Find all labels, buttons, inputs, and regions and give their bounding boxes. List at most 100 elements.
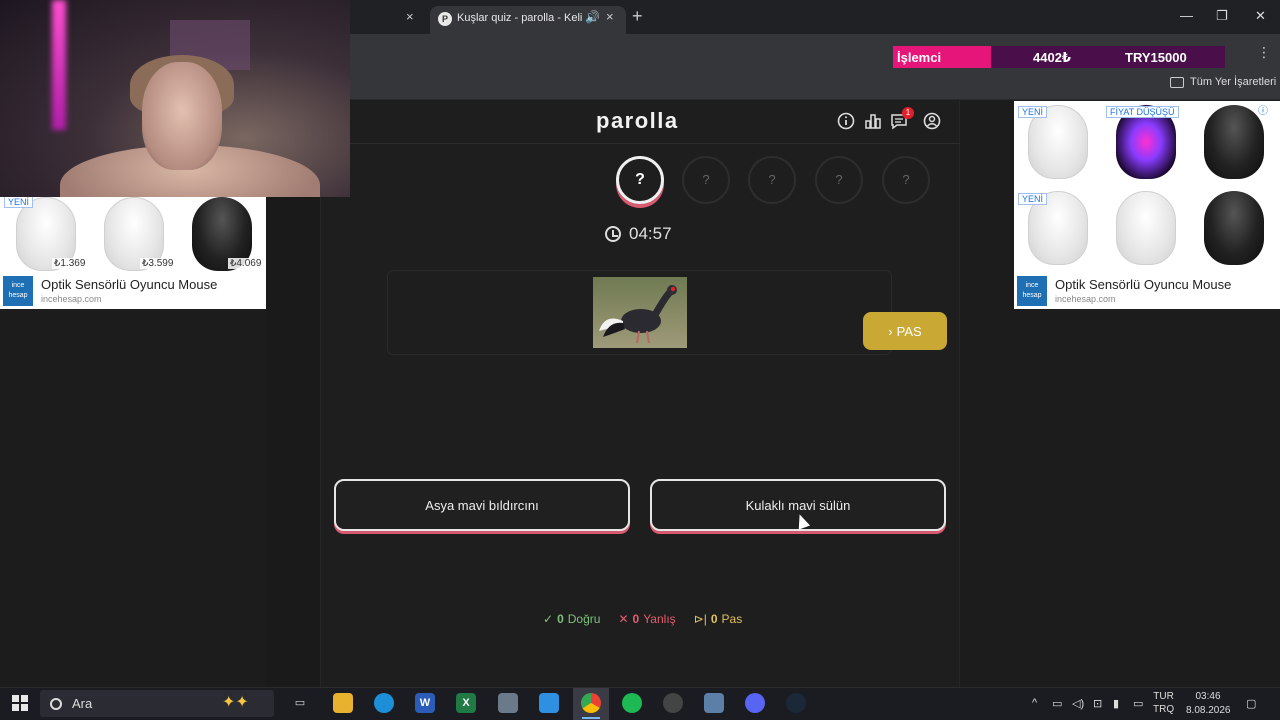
product-image	[1204, 191, 1264, 265]
new-tag: YENİ	[1018, 106, 1048, 118]
cross-icon: ✕	[618, 612, 629, 626]
search-icon	[50, 697, 62, 710]
battery-icon[interactable]: ▭	[1052, 697, 1062, 710]
pass-button[interactable]: › PAS	[863, 312, 947, 350]
speaker-icon[interactable]: 🔊	[585, 10, 600, 24]
bookmarks-folder[interactable]: Tüm Yer İşaretleri	[1170, 76, 1276, 88]
product-image	[1116, 191, 1176, 265]
close-tab-icon[interactable]: ×	[606, 9, 614, 24]
bookmarks-folder-label: Tüm Yer İşaretleri	[1190, 76, 1277, 88]
tab-previous[interactable]: ×	[350, 0, 426, 34]
product-image	[1204, 105, 1264, 179]
chrome-icon[interactable]	[581, 693, 601, 713]
account-icon[interactable]	[923, 112, 941, 130]
ad-domain: incehesap.com	[1055, 294, 1116, 304]
round-indicator-current: ?	[616, 156, 664, 204]
notification-badge: 1	[902, 107, 914, 119]
ad-right[interactable]: YENİ FİYAT DÜŞÜŞÜ YENİ ⓘ ince hesap Opti…	[1014, 101, 1280, 309]
timer-value: 04:57	[629, 224, 672, 243]
ad-title: Optik Sensörlü Oyuncu Mouse	[41, 277, 218, 292]
file-explorer-icon[interactable]	[333, 693, 353, 713]
info-icon[interactable]	[837, 112, 855, 130]
clock-icon	[605, 226, 621, 242]
task-view-icon[interactable]: ▭	[290, 693, 310, 713]
store-icon[interactable]	[539, 693, 559, 713]
excel-icon[interactable]: X	[456, 693, 476, 713]
ad-info-icon[interactable]: ⓘ	[1258, 102, 1268, 117]
steam-icon[interactable]	[786, 693, 806, 713]
minimize-button[interactable]: —	[1180, 8, 1193, 23]
spotify-icon[interactable]	[622, 693, 642, 713]
calculator-icon[interactable]	[498, 693, 518, 713]
word-icon[interactable]: W	[415, 693, 435, 713]
product-price: ₺4.069	[228, 258, 264, 269]
price-drop-tag: FİYAT DÜŞÜŞÜ	[1106, 106, 1179, 118]
streamer-face	[142, 62, 222, 170]
language-code: TUR	[1153, 691, 1174, 702]
top-ad-promo: TRY15000	[1125, 50, 1187, 65]
tab-favicon-icon: P	[438, 12, 452, 26]
top-ad-price: 4402₺	[1033, 50, 1071, 65]
edge-icon[interactable]	[374, 693, 394, 713]
top-ad-banner[interactable]: İşlemci 4402₺ TRY15000	[893, 46, 1225, 68]
new-tag: YENİ	[1018, 193, 1048, 205]
discord-icon[interactable]	[745, 693, 765, 713]
score-summary: ✓ 0 Doğru ✕ 0 Yanlış ⊳| 0 Pas	[543, 612, 742, 626]
check-icon: ✓	[543, 612, 554, 626]
folder-icon	[1170, 76, 1184, 88]
skip-icon: ⊳|	[693, 612, 707, 626]
ad-title: Optik Sensörlü Oyuncu Mouse	[1055, 277, 1232, 292]
advertiser-logo: ince hesap	[3, 276, 33, 306]
stats-icon[interactable]	[864, 112, 882, 130]
close-tab-icon[interactable]: ×	[406, 9, 414, 24]
network-icon[interactable]: ⊡	[1093, 697, 1102, 710]
pass-stat: ⊳| 0 Pas	[694, 612, 743, 626]
webcam-overlay	[0, 0, 350, 197]
product-price: ₺1.369	[52, 258, 88, 269]
browser-menu-icon[interactable]: ⋮	[1257, 44, 1271, 61]
header-divider	[350, 143, 960, 144]
correct-count: 0	[557, 612, 564, 626]
taskbar-search-placeholder: Ara	[72, 696, 93, 711]
notifications-icon[interactable]: ▢	[1246, 697, 1256, 710]
obs-icon[interactable]	[663, 693, 683, 713]
tab-active[interactable]: P Kuşlar quiz - parolla - Kelim 🔊 ×	[430, 6, 626, 34]
display-icon[interactable]: ▭	[1133, 697, 1143, 710]
app-icon[interactable]	[704, 693, 724, 713]
correct-stat: ✓ 0 Doğru	[543, 612, 600, 626]
windows-start-icon[interactable]	[12, 695, 28, 711]
chevron-right-icon: ›	[888, 323, 893, 339]
ad-left[interactable]: YENİ ₺1.369 ₺3.599 ₺4.069 ince hesap Opt…	[0, 196, 266, 309]
wrong-count: 0	[632, 612, 640, 626]
bird-illustration	[599, 285, 677, 344]
keyboard-layout: TRQ	[1153, 704, 1175, 715]
ad-domain: incehesap.com	[41, 294, 102, 304]
bird-photo	[593, 277, 687, 348]
advertiser-logo: ince hesap	[1017, 276, 1047, 306]
copilot-sparkle-icon[interactable]: ✦✦	[222, 692, 249, 712]
wrong-label: Yanlış	[643, 612, 676, 626]
top-ad-label: İşlemci	[893, 46, 991, 68]
countdown-timer: 04:57	[605, 224, 672, 244]
round-indicator: ?	[882, 156, 930, 204]
close-window-button[interactable]: ✕	[1255, 8, 1266, 24]
site-logo[interactable]: parolla	[596, 108, 679, 134]
answer-option-1[interactable]: Asya mavi bıldırcını	[334, 479, 630, 531]
new-tag: YENİ	[4, 196, 34, 208]
pass-label: Pas	[721, 612, 743, 626]
pass-button-label: PAS	[896, 323, 922, 339]
pass-count: 0	[710, 612, 718, 626]
new-tab-button[interactable]: +	[632, 6, 643, 27]
round-indicator: ?	[682, 156, 730, 204]
clock-time: 03:46	[1195, 691, 1221, 702]
system-clock[interactable]: 03:46 8.08.2026	[1186, 690, 1231, 718]
taskbar-active-indicator	[582, 717, 600, 719]
volume-icon[interactable]: ◁)	[1072, 697, 1084, 710]
microphone-icon[interactable]: ▮	[1113, 697, 1119, 710]
input-language[interactable]: TUR TRQ	[1153, 690, 1174, 716]
product-price: ₺3.599	[140, 258, 176, 269]
tray-chevron-icon[interactable]: ^	[1032, 697, 1037, 709]
round-indicator: ?	[748, 156, 796, 204]
maximize-button[interactable]: ❐	[1216, 8, 1228, 24]
tab-title: Kuşlar quiz - parolla - Kelim	[457, 12, 583, 24]
